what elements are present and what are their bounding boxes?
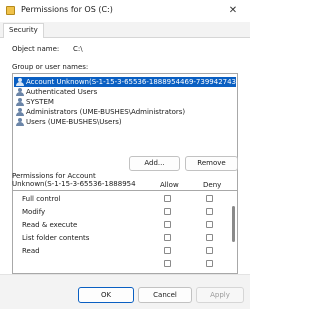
list-item-label: Account Unknown(S-1-15-3-65536-188895446… <box>26 78 236 86</box>
deny-checkbox-read-execute[interactable] <box>206 221 213 228</box>
folder-icon <box>6 6 15 15</box>
deny-checkbox-partial[interactable] <box>206 260 213 267</box>
security-panel: Object name: C:\ Group or user names: Ac… <box>0 38 250 274</box>
permission-row-modify: Modify <box>22 208 46 216</box>
list-item-label: Administrators (UME-BUSHES\Administrator… <box>26 108 186 116</box>
permission-row-full-control: Full control <box>22 195 61 203</box>
object-name-value: C:\ <box>73 45 83 53</box>
add-button[interactable]: Add... <box>129 156 180 171</box>
apply-button[interactable]: Apply <box>196 287 244 303</box>
user-group-icon <box>16 108 25 116</box>
tab-bar: Security <box>0 22 250 38</box>
permission-row-read: Read <box>22 247 40 255</box>
permissions-heading-line1: Permissions for Account <box>12 172 96 180</box>
user-group-icon <box>16 98 25 106</box>
remove-button[interactable]: Remove <box>185 156 238 171</box>
list-item-users[interactable]: Users (UME-BUSHES\Users) <box>14 117 236 127</box>
close-button[interactable]: ✕ <box>224 3 242 19</box>
allow-checkbox-modify[interactable] <box>164 208 171 215</box>
dialog-footer: OK Cancel Apply <box>0 274 250 309</box>
list-item-system[interactable]: SYSTEM <box>14 97 236 107</box>
allow-checkbox-list-folder-contents[interactable] <box>164 234 171 241</box>
list-item-label: SYSTEM <box>26 98 54 106</box>
deny-column-header: Deny <box>203 181 222 189</box>
permissions-scrollbar[interactable] <box>232 206 235 242</box>
object-name-label: Object name: <box>12 45 60 53</box>
deny-checkbox-modify[interactable] <box>206 208 213 215</box>
allow-checkbox-read-execute[interactable] <box>164 221 171 228</box>
permissions-heading-line2: Unknown(S-1-15-3-65536-1888954 <box>12 180 136 188</box>
list-item-label: Authenticated Users <box>26 88 98 96</box>
deny-checkbox-full-control[interactable] <box>206 195 213 202</box>
deny-checkbox-read[interactable] <box>206 247 213 254</box>
permissions-list[interactable]: Full control Modify Read & execute List … <box>12 190 238 274</box>
tab-security[interactable]: Security <box>3 23 44 38</box>
cancel-button[interactable]: Cancel <box>138 287 192 303</box>
list-item-administrators[interactable]: Administrators (UME-BUSHES\Administrator… <box>14 107 236 117</box>
permission-row-list-folder-contents: List folder contents <box>22 234 90 242</box>
deny-checkbox-list-folder-contents[interactable] <box>206 234 213 241</box>
user-group-icon <box>16 88 25 96</box>
permission-row-read-execute: Read & execute <box>22 221 78 229</box>
allow-column-header: Allow <box>160 181 179 189</box>
list-item-account-unknown[interactable]: Account Unknown(S-1-15-3-65536-188895446… <box>14 77 236 87</box>
allow-checkbox-full-control[interactable] <box>164 195 171 202</box>
list-item-label: Users (UME-BUSHES\Users) <box>26 118 122 126</box>
user-group-icon <box>16 118 25 126</box>
list-item-authenticated-users[interactable]: Authenticated Users <box>14 87 236 97</box>
user-group-icon <box>16 78 25 86</box>
allow-checkbox-read[interactable] <box>164 247 171 254</box>
title-bar: Permissions for OS (C:) ✕ <box>0 0 250 22</box>
window-title: Permissions for OS (C:) <box>21 5 113 14</box>
permissions-heading: Permissions for Account Unknown(S-1-15-3… <box>12 172 152 188</box>
ok-button[interactable]: OK <box>78 287 134 303</box>
group-names-label: Group or user names: <box>12 63 89 71</box>
allow-checkbox-partial[interactable] <box>164 260 171 267</box>
